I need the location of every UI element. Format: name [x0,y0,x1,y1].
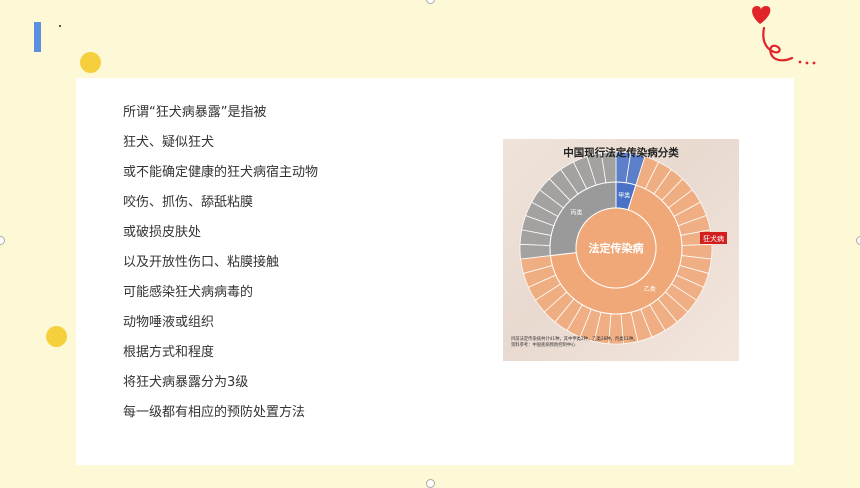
disease-sunburst-chart: 法定传染病 甲类 乙类 丙类 狂犬病 [519,151,727,345]
body-line: 狂犬、疑似狂犬 [123,135,215,150]
body-text-list: 所谓“狂犬病暴露”是指被 狂犬、疑似狂犬 或不能确定健康的狂犬病宿主动物 咬伤、… [123,98,318,428]
content-card: 所谓“狂犬病暴露”是指被 狂犬、疑似狂犬 或不能确定健康的狂犬病宿主动物 咬伤、… [76,78,794,465]
figure-note-line: 资料参考：中国疾病预防控制中心 [511,343,576,349]
body-line: 每一级都有相应的预防处置方法 [123,405,306,420]
heart-doodle-icon [752,6,816,65]
decor-dot-top [80,52,101,73]
body-line: 或破损皮肤处 [123,225,202,240]
rabies-callout-label: 狂犬病 [703,234,724,243]
figure-title: 中国现行法定传染病分类 [563,147,679,159]
title-accent-bar [34,22,41,52]
resize-handle-top[interactable] [426,0,435,4]
body-line: 所谓“狂犬病暴露”是指被 [123,105,267,120]
title-dot [59,25,61,27]
category-jia-label: 甲类 [618,192,630,200]
body-line: 将狂犬病暴露分为3级 [123,375,249,390]
resize-handle-right[interactable] [856,236,860,245]
body-line: 咬伤、抓伤、舔舐粘膜 [123,195,254,210]
decor-dot-left [46,326,67,347]
body-line: 根据方式和程度 [123,345,215,360]
infectious-disease-figure[interactable]: 法定传染病 甲类 乙类 丙类 狂犬病 中国现行法定传染病分类 目前法定传染病共计… [503,139,739,361]
body-line: 动物唾液或组织 [123,315,215,330]
figure-note: 目前法定传染病共计41种，其中甲类2种，乙类28种，丙类11种。 资料参考：中国… [511,337,638,349]
category-bing-label: 丙类 [570,209,582,217]
center-label: 法定传染病 [589,241,644,255]
resize-handle-left[interactable] [0,236,5,245]
body-line: 可能感染狂犬病病毒的 [123,285,254,300]
category-yi-label: 乙类 [644,285,656,293]
body-line: 以及开放性伤口、粘膜接触 [123,255,280,270]
body-line: 或不能确定健康的狂犬病宿主动物 [123,165,319,180]
